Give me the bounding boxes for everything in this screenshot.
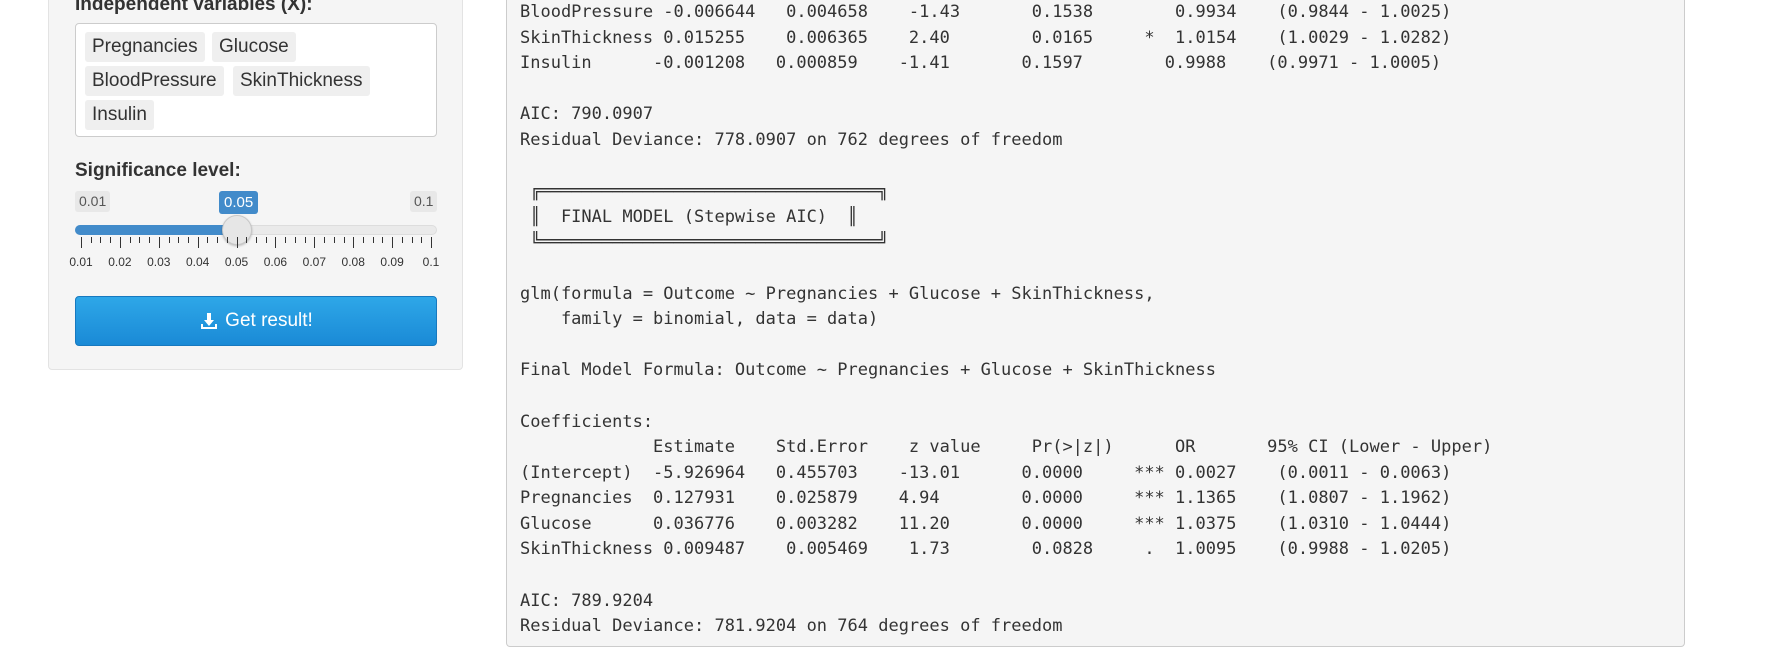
var-chip[interactable]: Insulin [85,100,154,130]
output-line: ╔═════════════════════════════════╗ [520,181,889,202]
slider-major-tick [353,237,355,248]
slider-tick-label: 0.1 [422,255,440,269]
slider-tick-label: 0.09 [380,255,404,269]
slider-minor-tick [129,237,131,243]
slider-tick-label: 0.08 [341,255,365,269]
slider-major-tick [314,237,316,248]
slider-tick-label: 0.03 [147,255,171,269]
independent-vars-label: Independent variables (X): [75,0,313,15]
slider-minor-tick [168,237,170,243]
slider-minor-tick [265,237,267,243]
var-chip[interactable]: SkinThickness [233,66,370,96]
slider-minor-tick [333,237,335,243]
slider-minor-tick [217,237,219,243]
slider-major-tick [392,237,394,248]
slider-tick-label: 0.04 [185,255,210,269]
var-chip[interactable]: Pregnancies [85,32,205,62]
slider-max-label: 0.1 [410,191,438,212]
slider-minor-tick [149,237,151,243]
slider-min-label: 0.01 [75,191,111,212]
slider-minor-tick [285,237,287,243]
slider-tick-label: 0.05 [224,255,249,269]
independent-vars-select[interactable]: Pregnancies Glucose BloodPressure SkinTh… [75,23,437,137]
slider-ticks [75,237,437,249]
var-chip[interactable]: BloodPressure [85,66,224,96]
slider-major-tick [275,237,277,248]
slider-minor-tick [401,237,403,243]
slider-minor-tick [382,237,384,243]
output-line: Estimate Std.Error z value Pr(>|z|) OR 9… [520,437,1493,458]
slider-value-label: 0.05 [219,191,259,214]
output-line: Residual Deviance: 778.0907 on 762 degre… [520,129,1063,150]
slider-tick-label: 0.06 [263,255,288,269]
output-line: AIC: 790.0907 [520,104,654,125]
slider-minor-tick [411,237,413,243]
output-line: SkinThickness 0.015255 0.006365 2.40 0.0… [520,27,1452,48]
slider-fill [75,225,238,235]
slider-minor-tick [90,237,92,243]
slider-minor-tick [421,237,423,243]
output-line: (Intercept) -5.926964 0.455703 -13.01 0.… [520,462,1452,483]
output-line: Final Model Formula: Outcome ~ Pregnanci… [520,360,1216,381]
output-line: SkinThickness 0.009487 0.005469 1.73 0.0… [520,539,1452,560]
slider-minor-tick [343,237,345,243]
slider-major-tick [236,237,238,248]
output-line: family = binomial, data = data) [520,309,879,330]
output-line: Coefficients: [520,411,654,432]
get-result-button[interactable]: Get result! [75,296,437,346]
slider-minor-tick [372,237,374,243]
slider-minor-tick [246,237,248,243]
output-console: BloodPressure -0.006644 0.004658 -1.43 0… [520,0,1492,640]
slider-major-tick [119,237,121,248]
slider-minor-tick [304,237,306,243]
slider-major-tick [81,237,82,248]
slider-minor-tick [110,237,112,243]
slider-major-tick [431,237,432,248]
slider-minor-tick [256,237,257,243]
slider-major-tick [197,237,199,248]
slider-tick-label: 0.02 [108,255,132,269]
output-line: ╚═════════════════════════════════╝ [520,232,889,253]
output-line: BloodPressure -0.006644 0.004658 -1.43 0… [520,2,1452,22]
output-line: Residual Deviance: 781.9204 on 764 degre… [520,616,1063,637]
slider-minor-tick [207,237,209,243]
output-line: glm(formula = Outcome ~ Pregnancies + Gl… [520,283,1155,304]
slider-minor-tick [324,237,326,243]
slider-minor-tick [139,237,141,243]
slider-minor-tick [187,237,189,243]
slider-minor-tick [362,237,364,243]
slider-minor-tick [100,237,102,243]
slider-tick-label: 0.07 [302,255,326,269]
slider-minor-tick [178,237,180,243]
slider-major-tick [158,237,160,248]
slider-tick-label: 0.01 [69,255,93,269]
slider-minor-tick [294,237,296,243]
var-chip[interactable]: Glucose [212,32,296,62]
output-line: Insulin -0.001208 0.000859 -1.41 0.1597 … [520,53,1442,74]
slider-minor-tick [226,237,228,243]
get-result-label: Get result! [225,310,313,331]
output-line: Glucose 0.036776 0.003282 11.20 0.0000 *… [520,513,1452,534]
output-line: ║ FINAL MODEL (Stepwise AIC) ║ [520,206,858,227]
output-line: AIC: 789.9204 [520,590,654,611]
output-line: Pregnancies 0.127931 0.025879 4.94 0.000… [520,488,1452,509]
significance-label: Significance level: [75,160,241,181]
download-icon [201,313,218,329]
